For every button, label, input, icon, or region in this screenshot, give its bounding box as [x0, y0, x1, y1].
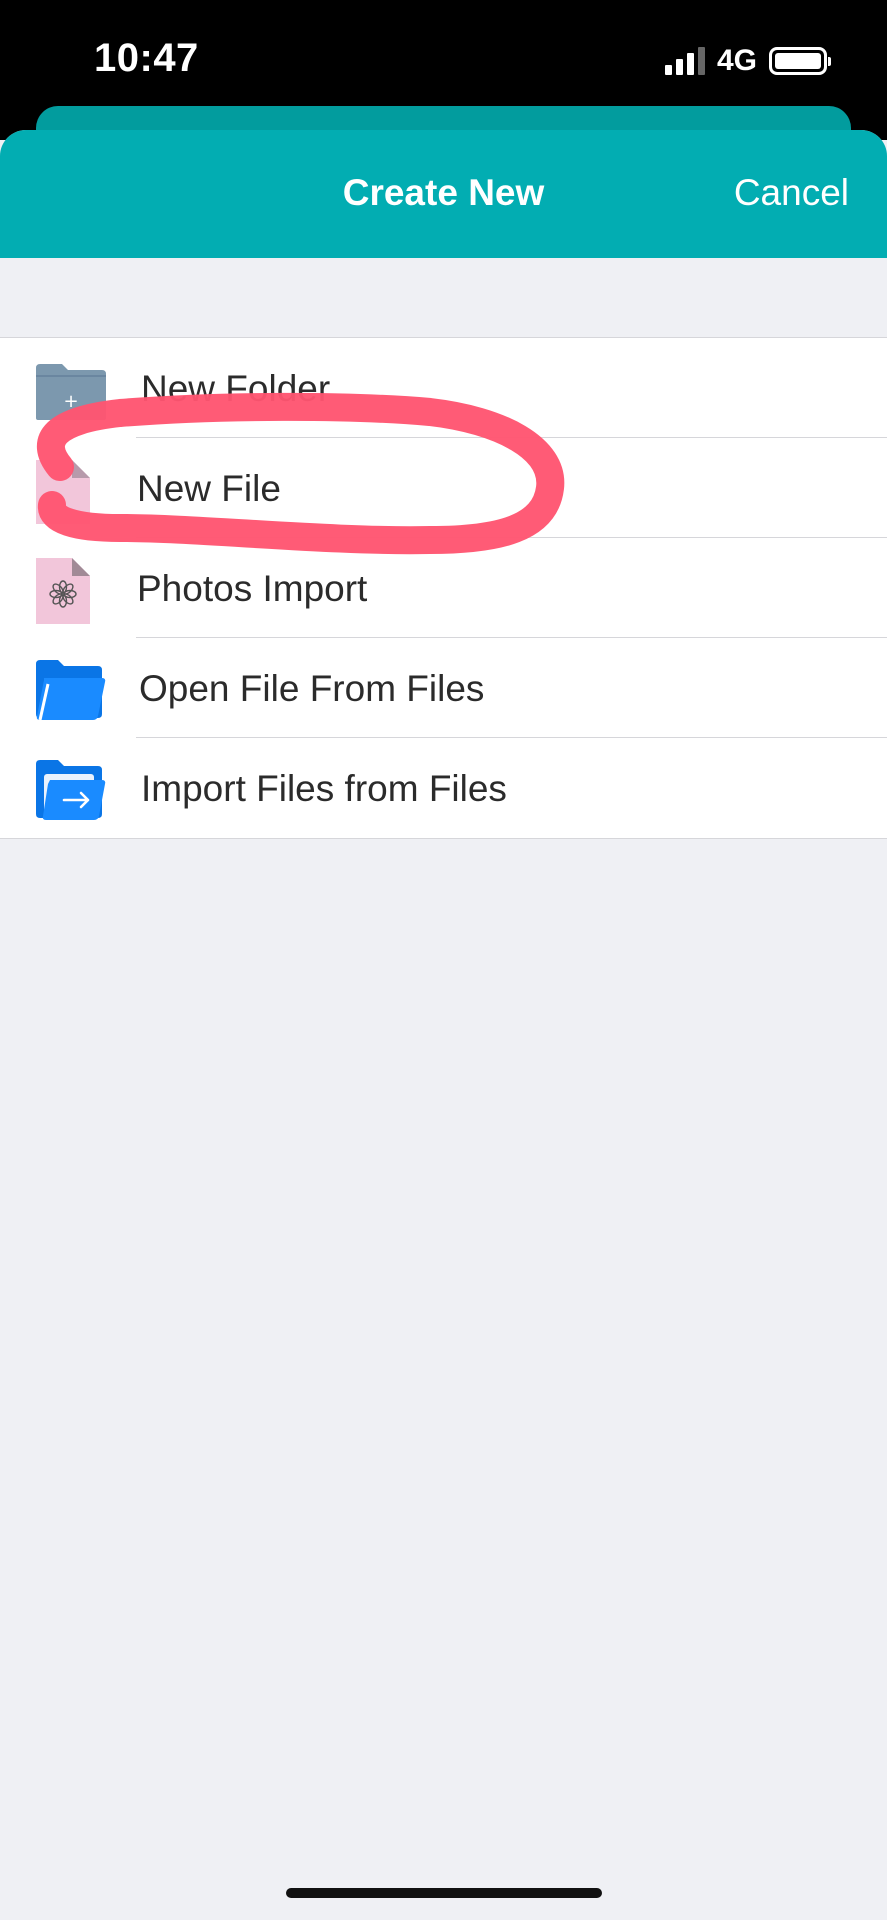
photos-import-item[interactable]: Photos Import [0, 538, 887, 638]
signal-icon [664, 47, 705, 75]
create-options-list: + New Folder New File Photos Import Open… [0, 337, 887, 839]
photos-icon [36, 558, 90, 624]
create-new-sheet: Create New Cancel + New Folder New File [0, 130, 887, 1920]
status-indicators: 4G [664, 44, 831, 78]
folder-plus-icon: + [36, 364, 106, 420]
open-file-from-files-item[interactable]: Open File From Files [0, 638, 887, 738]
blue-folder-icon [36, 660, 106, 721]
battery-icon [769, 47, 831, 75]
new-folder-label: New Folder [141, 368, 331, 409]
import-folder-icon [36, 760, 106, 820]
network-label: 4G [716, 44, 757, 77]
svg-text:+: + [63, 391, 78, 412]
new-file-label: New File [137, 468, 281, 509]
file-icon [36, 460, 90, 524]
nav-bar: Create New Cancel [0, 130, 887, 258]
photos-import-label: Photos Import [137, 568, 368, 609]
import-files-label: Import Files from Files [141, 768, 507, 809]
new-file-item[interactable]: New File [0, 438, 887, 538]
import-files-from-files-item[interactable]: Import Files from Files [0, 738, 887, 838]
open-file-label: Open File From Files [139, 668, 485, 709]
cancel-button[interactable]: Cancel [734, 172, 849, 214]
status-time: 10:47 [94, 36, 199, 80]
new-folder-item[interactable]: + New Folder [0, 338, 887, 438]
home-indicator[interactable] [286, 1888, 602, 1898]
